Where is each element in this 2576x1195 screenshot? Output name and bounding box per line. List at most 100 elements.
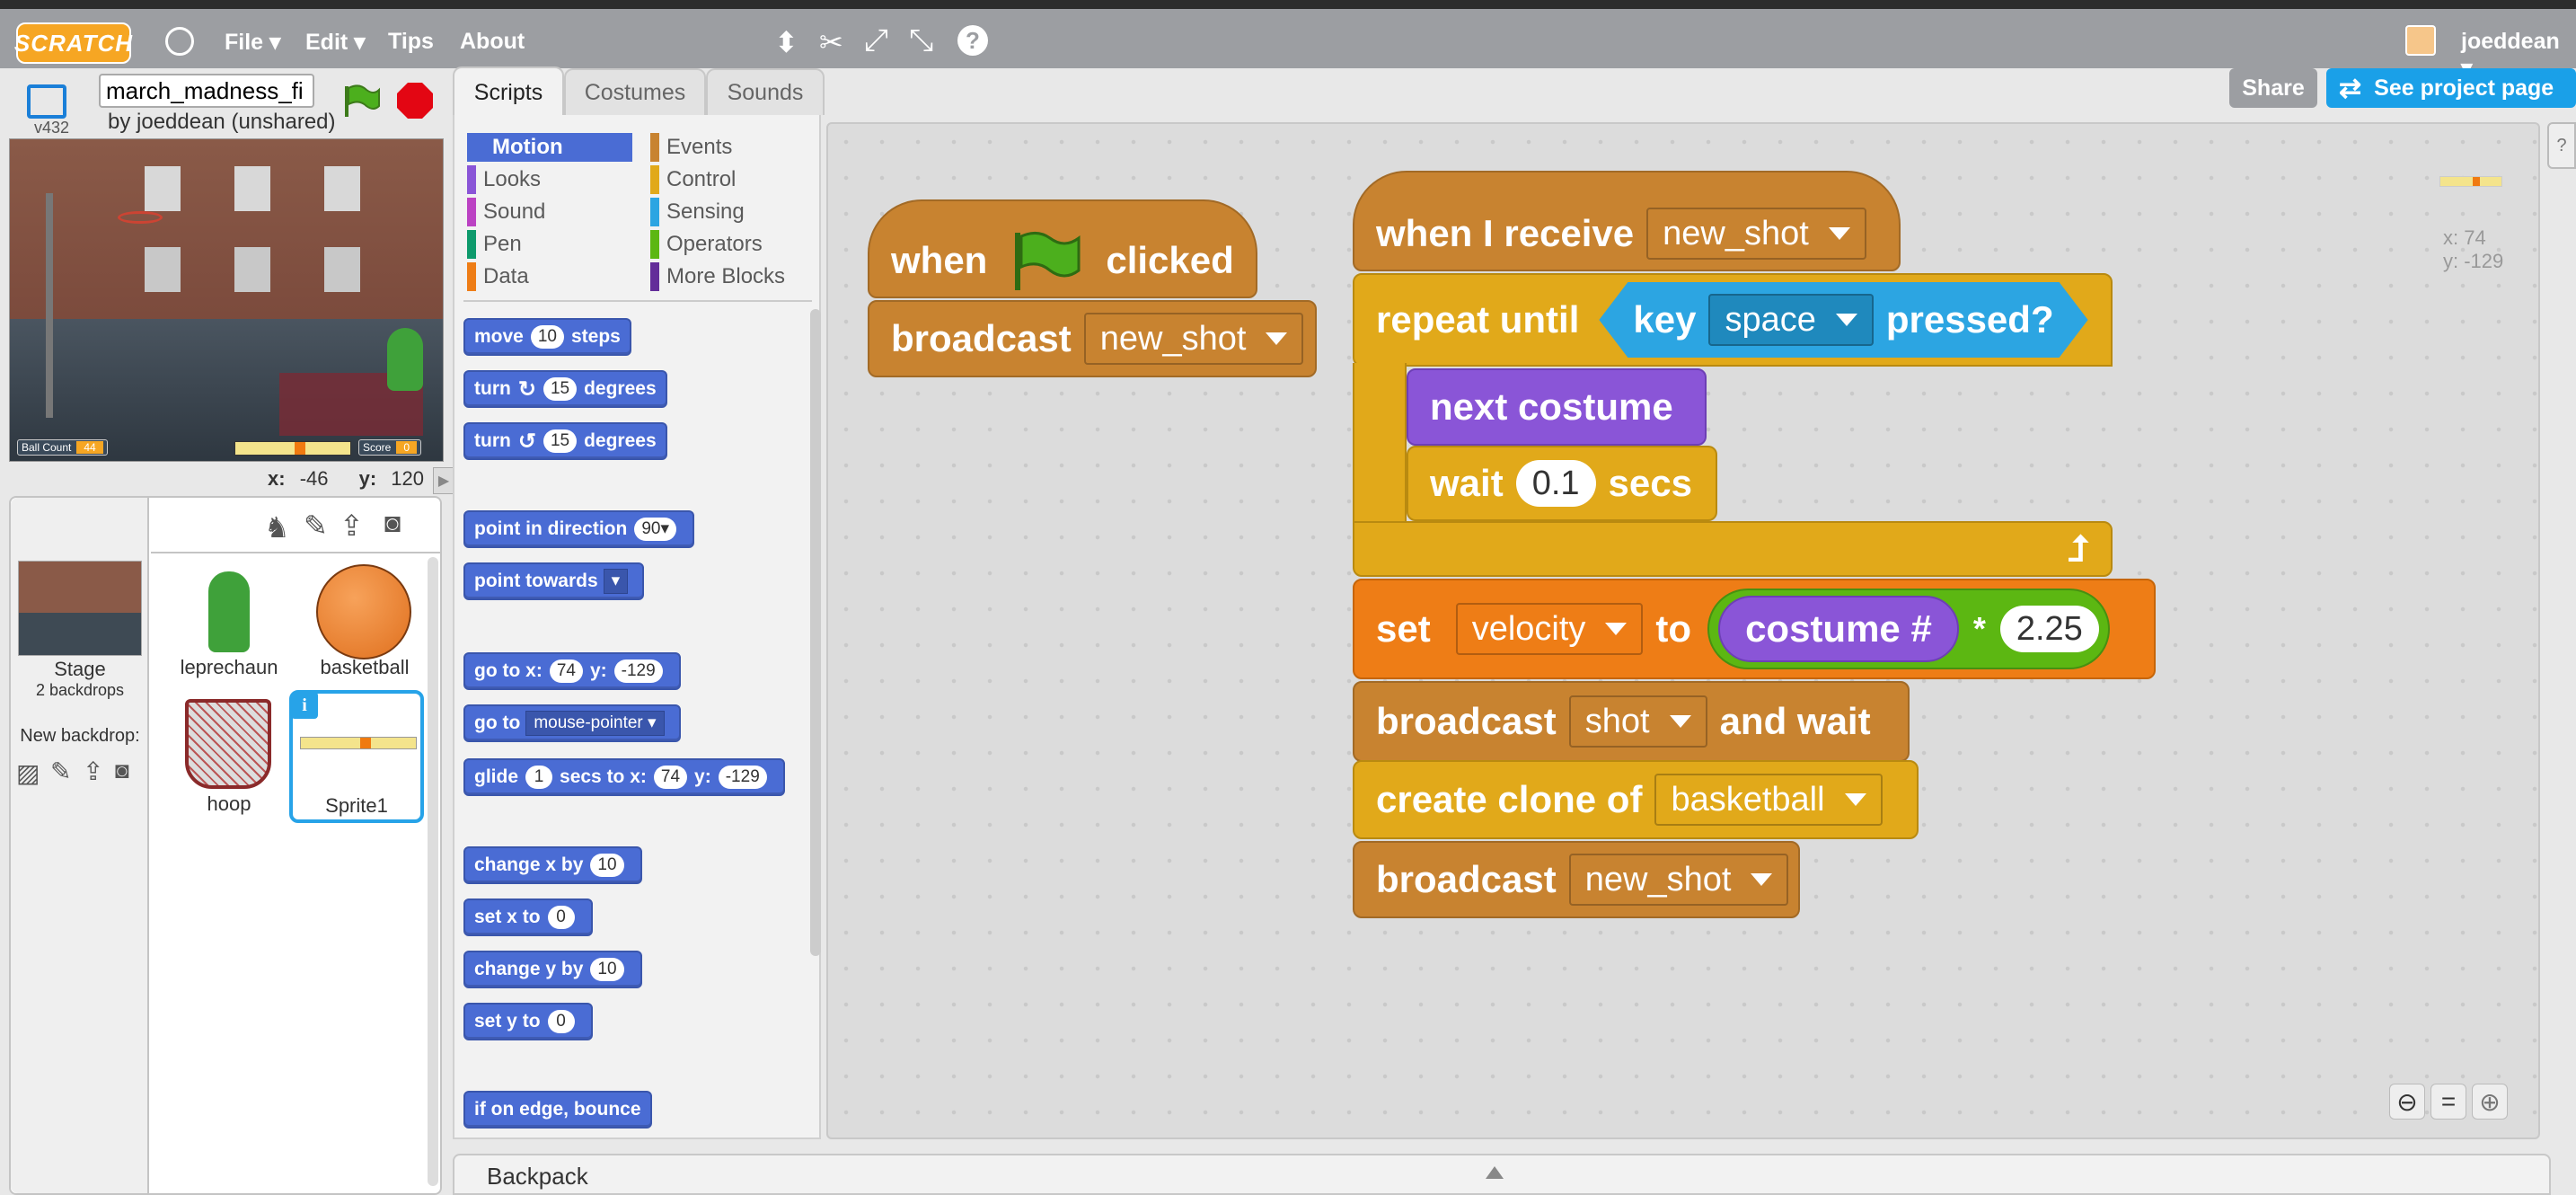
grow-tool-icon[interactable]: ⤢ (864, 23, 888, 58)
zoom-out-icon[interactable]: ⊖ (2389, 1084, 2425, 1120)
backpack-expand-icon[interactable] (1486, 1166, 1504, 1179)
block-if-on-edge-bounce[interactable]: if on edge, bounce (463, 1091, 652, 1129)
go-to-dropdown[interactable]: mouse-pointer ▾ (525, 711, 665, 736)
sprite-library-icon[interactable]: ♞ (264, 510, 290, 544)
window (145, 166, 181, 211)
when-flag-clicked-hat[interactable]: when clicked (868, 199, 1257, 298)
stage-canvas[interactable]: Ball Count 44 Score 0 (9, 138, 444, 462)
zoom-reset-icon[interactable]: = (2430, 1084, 2466, 1120)
block-move-steps[interactable]: move 10 steps (463, 318, 631, 356)
category-operators[interactable]: Operators (650, 230, 763, 259)
block-turn-left[interactable]: turn ↺ 15 degrees (463, 422, 667, 460)
help-icon[interactable]: ? (957, 25, 988, 56)
block-set-x[interactable]: set x to 0 (463, 898, 593, 936)
wait-seconds-input[interactable]: 0.1 (1515, 460, 1596, 507)
category-more-blocks[interactable]: More Blocks (650, 262, 785, 291)
palette-scrollbar[interactable] (810, 309, 821, 956)
block-set-y[interactable]: set y to 0 (463, 1003, 593, 1040)
multiply-operator[interactable]: costume # * 2.25 (1707, 589, 2110, 669)
category-sound[interactable]: Sound (467, 198, 545, 226)
when-i-receive-hat[interactable]: when I receive new_shot (1353, 171, 1901, 271)
menu-edit[interactable]: Edit ▾ (305, 29, 366, 56)
block-change-x[interactable]: change x by 10 (463, 846, 642, 884)
upload-backdrop-icon[interactable]: ⇪ (83, 757, 103, 786)
my-stuff-icon[interactable] (2405, 25, 2436, 56)
paint-sprite-icon[interactable]: ✎ (304, 509, 328, 543)
block-point-towards[interactable]: point towards ▾ (463, 562, 645, 600)
stage-thumbnail[interactable] (18, 561, 142, 656)
create-clone-block[interactable]: create clone of basketball (1353, 760, 1919, 839)
wait-block[interactable]: wait 0.1 secs (1407, 446, 1717, 521)
tab-costumes[interactable]: Costumes (564, 68, 706, 115)
category-looks[interactable]: Looks (467, 165, 541, 194)
power-meter-thumbnail (300, 737, 417, 749)
menu-file[interactable]: File ▾ (225, 29, 281, 56)
tab-sounds[interactable]: Sounds (706, 68, 825, 115)
category-control[interactable]: Control (650, 165, 736, 194)
power-meter-marker (295, 442, 305, 455)
broadcast-block-2[interactable]: broadcast new_shot (1353, 841, 1800, 918)
multiplier-input[interactable]: 2.25 (1999, 606, 2099, 652)
zoom-in-icon[interactable]: ⊕ (2472, 1084, 2508, 1120)
block-glide[interactable]: glide 1 secs to x: 74 y: -129 (463, 758, 785, 796)
costume-number-reporter[interactable]: costume # (1718, 596, 1959, 662)
backpack-bar[interactable]: Backpack (453, 1154, 2551, 1195)
hat-text: when (891, 239, 988, 281)
variable-dropdown[interactable]: velocity (1455, 603, 1644, 655)
broadcast-block[interactable]: broadcast new_shot (868, 300, 1317, 377)
menu-about[interactable]: About (460, 29, 525, 55)
paint-backdrop-icon[interactable]: ✎ (50, 757, 71, 786)
duplicate-tool-icon[interactable]: ⬍ (774, 25, 798, 59)
share-button[interactable]: Share (2229, 68, 2317, 108)
key-pressed-boolean[interactable]: key space pressed? (1599, 282, 2087, 358)
menu-tips[interactable]: Tips (388, 29, 434, 55)
sprite-thumb-basketball[interactable]: basketball (296, 561, 433, 695)
sprite-info-icon[interactable]: i (291, 692, 318, 719)
sprite-pane-scrollbar[interactable] (428, 557, 438, 1186)
help-side-button[interactable]: ? (2547, 122, 2576, 169)
project-title-input[interactable] (99, 74, 314, 108)
presentation-mode-icon[interactable] (27, 84, 66, 119)
block-point-in-direction[interactable]: point in direction 90▾ (463, 510, 694, 548)
see-project-page-button[interactable]: ⇄ See project page (2326, 68, 2576, 108)
broadcast-wait-dropdown[interactable]: shot (1568, 695, 1707, 748)
point-towards-dropdown[interactable]: ▾ (603, 569, 629, 594)
category-motion[interactable]: Motion (467, 133, 632, 162)
tab-scripts[interactable]: Scripts (453, 66, 564, 117)
block-text: key (1633, 298, 1697, 341)
green-flag-icon[interactable] (341, 83, 381, 119)
sprite-thumb-sprite1-selected[interactable]: i Sprite1 (289, 690, 424, 823)
set-variable-block[interactable]: set velocity to costume # * 2.25 (1353, 579, 2156, 679)
camera-sprite-icon[interactable]: ◙ (384, 509, 401, 539)
broadcast-message-dropdown-2[interactable]: new_shot (1568, 854, 1789, 906)
upload-sprite-icon[interactable]: ⇪ (340, 509, 364, 543)
leprechaun-sprite[interactable] (387, 328, 423, 391)
cut-tool-icon[interactable]: ✂ (819, 25, 843, 59)
block-change-y[interactable]: change y by 10 (463, 951, 642, 988)
category-label: Motion (492, 135, 563, 159)
clone-target-dropdown[interactable]: basketball (1654, 774, 1883, 826)
block-go-to-xy[interactable]: go to x: 74 y: -129 (463, 652, 681, 690)
category-pen[interactable]: Pen (467, 230, 522, 259)
globe-icon[interactable] (165, 27, 194, 56)
category-sensing[interactable]: Sensing (650, 198, 745, 226)
next-costume-block[interactable]: next costume (1407, 368, 1707, 446)
key-dropdown[interactable]: space (1708, 294, 1873, 346)
scratch-logo[interactable]: SCRATCH (14, 22, 132, 64)
shrink-tool-icon[interactable]: ⤡ (909, 23, 933, 58)
sprite-thumb-hoop[interactable]: hoop (162, 695, 296, 830)
broadcast-message-dropdown[interactable]: new_shot (1083, 313, 1304, 365)
see-project-label: See project page (2374, 75, 2554, 101)
category-data[interactable]: Data (467, 262, 529, 291)
block-go-to-mouse[interactable]: go to mouse-pointer ▾ (463, 704, 681, 742)
sprite-thumb-leprechaun[interactable]: leprechaun (162, 561, 296, 695)
small-stage-toggle-icon[interactable]: ▶ (433, 467, 454, 494)
backdrop-library-icon[interactable]: ▨ (16, 758, 40, 788)
sprite-position-thumbnail-marker (2473, 177, 2480, 186)
stop-icon[interactable] (397, 83, 433, 119)
category-events[interactable]: Events (650, 133, 732, 162)
broadcast-and-wait-block[interactable]: broadcast shot and wait (1353, 681, 1910, 762)
block-turn-right[interactable]: turn ↻ 15 degrees (463, 370, 667, 408)
camera-backdrop-icon[interactable]: ◙ (115, 757, 129, 784)
receive-message-dropdown[interactable]: new_shot (1646, 208, 1866, 260)
